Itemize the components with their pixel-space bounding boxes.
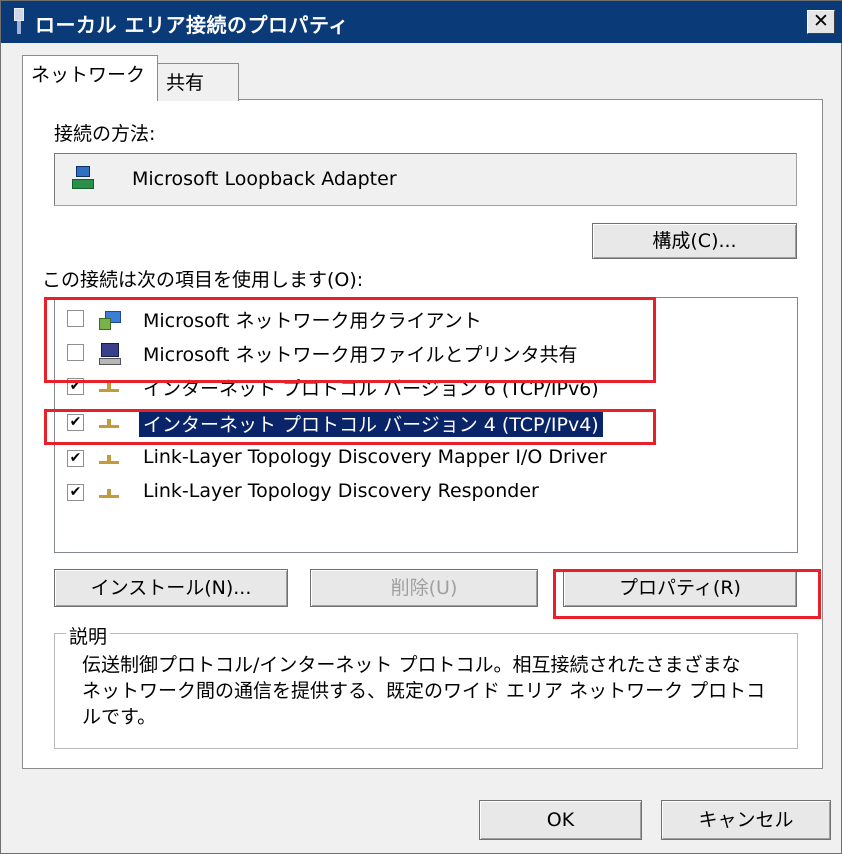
list-item[interactable]: ✔ Link-Layer Topology Discovery Responde… xyxy=(55,476,795,510)
description-line: ルです。 xyxy=(82,706,157,728)
highlight-box-properties xyxy=(553,569,821,619)
checkbox[interactable]: ✔ xyxy=(67,484,84,501)
properties-dialog: ローカル エリア接続のプロパティ ✕ ネットワーク 共有 接続の方法: Micr… xyxy=(0,0,842,854)
description-line: ネットワーク間の通信を提供する、既定のワイド エリア ネットワーク プロトコ xyxy=(82,680,766,702)
list-item-label: Link-Layer Topology Discovery Responder xyxy=(143,480,539,502)
connect-using-label: 接続の方法: xyxy=(54,123,156,145)
list-item-label: Link-Layer Topology Discovery Mapper I/O… xyxy=(143,446,607,468)
adapter-field: Microsoft Loopback Adapter xyxy=(54,153,797,206)
configure-button[interactable]: 構成(C)... xyxy=(592,223,797,259)
protocol-icon xyxy=(99,449,121,471)
window-title: ローカル エリア接続のプロパティ xyxy=(35,13,349,37)
tab-network[interactable]: ネットワーク xyxy=(22,55,158,101)
protocol-icon xyxy=(99,483,121,505)
description-text: 伝送制御プロトコル/インターネット プロトコル。相互接続されたさまざまな ネット… xyxy=(82,652,782,730)
cancel-button[interactable]: キャンセル xyxy=(661,800,831,840)
description-line: 伝送制御プロトコル/インターネット プロトコル。相互接続されたさまざまな xyxy=(82,654,741,676)
description-title: 説明 xyxy=(66,622,111,649)
adapter-icon xyxy=(72,166,94,192)
close-button[interactable]: ✕ xyxy=(807,10,835,34)
tab-sharing[interactable]: 共有 xyxy=(157,63,239,101)
adapter-name: Microsoft Loopback Adapter xyxy=(132,168,397,190)
install-button[interactable]: インストール(N)... xyxy=(54,569,288,607)
highlight-box-clients xyxy=(44,297,656,383)
checkbox[interactable]: ✔ xyxy=(67,450,84,467)
title-bar[interactable]: ローカル エリア接続のプロパティ ✕ xyxy=(1,1,842,43)
network-adapter-icon xyxy=(13,8,25,36)
items-label: この接続は次の項目を使用します(O): xyxy=(42,269,364,291)
list-item[interactable]: ✔ Link-Layer Topology Discovery Mapper I… xyxy=(55,442,795,476)
highlight-box-ipv4 xyxy=(44,409,656,445)
ok-button[interactable]: OK xyxy=(479,800,642,840)
uninstall-button[interactable]: 削除(U) xyxy=(310,569,538,607)
